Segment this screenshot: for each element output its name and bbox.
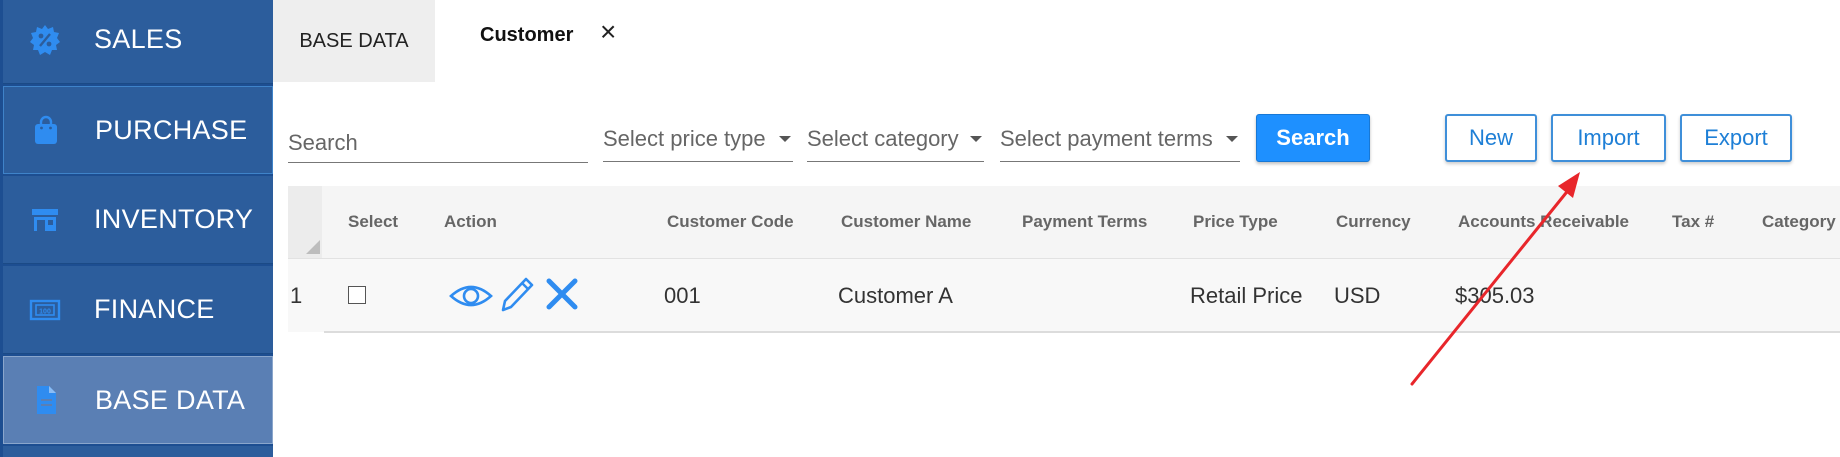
annotation-arrow-icon — [1410, 172, 1580, 386]
